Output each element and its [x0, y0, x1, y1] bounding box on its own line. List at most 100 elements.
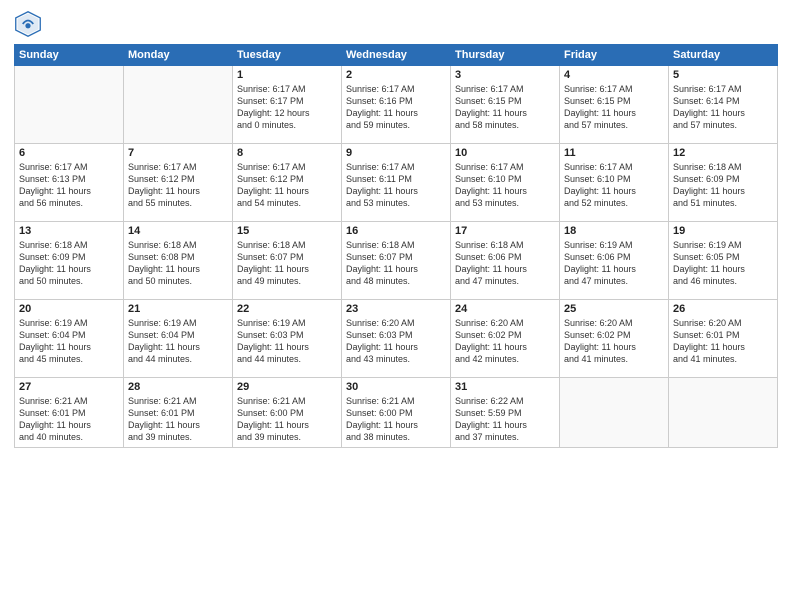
- cell-details: Sunrise: 6:17 AM Sunset: 6:15 PM Dayligh…: [564, 83, 664, 132]
- day-number: 5: [673, 69, 773, 81]
- day-number: 8: [237, 147, 337, 159]
- calendar-cell: 15 Sunrise: 6:18 AM Sunset: 6:07 PM Dayli…: [233, 222, 342, 300]
- cell-details: Sunrise: 6:17 AM Sunset: 6:14 PM Dayligh…: [673, 83, 773, 132]
- calendar-cell: 9 Sunrise: 6:17 AM Sunset: 6:11 PM Daylig…: [342, 144, 451, 222]
- calendar-cell: 24 Sunrise: 6:20 AM Sunset: 6:02 PM Dayli…: [451, 300, 560, 378]
- cell-details: Sunrise: 6:21 AM Sunset: 6:01 PM Dayligh…: [19, 395, 119, 444]
- cell-details: Sunrise: 6:18 AM Sunset: 6:07 PM Dayligh…: [346, 239, 446, 288]
- day-number: 17: [455, 225, 555, 237]
- cell-details: Sunrise: 6:19 AM Sunset: 6:04 PM Dayligh…: [128, 317, 228, 366]
- calendar-cell: 18Sunrise: 6:19 AM Sunset: 6:06 PM Dayli…: [560, 222, 669, 300]
- cell-details: Sunrise: 6:21 AM Sunset: 6:00 PM Dayligh…: [346, 395, 446, 444]
- column-header-wednesday: Wednesday: [342, 45, 451, 66]
- cell-details: Sunrise: 6:17 AM Sunset: 6:15 PM Dayligh…: [455, 83, 555, 132]
- column-header-friday: Friday: [560, 45, 669, 66]
- calendar-cell: 12 Sunrise: 6:18 AM Sunset: 6:09 PM Dayli…: [669, 144, 778, 222]
- cell-details: Sunrise: 6:20 AM Sunset: 6:03 PM Dayligh…: [346, 317, 446, 366]
- day-number: 25: [564, 303, 664, 315]
- calendar-cell: 27 Sunrise: 6:21 AM Sunset: 6:01 PM Dayli…: [15, 378, 124, 448]
- day-number: 9: [346, 147, 446, 159]
- calendar-cell: 16 Sunrise: 6:18 AM Sunset: 6:07 PM Dayli…: [342, 222, 451, 300]
- calendar-cell: [560, 378, 669, 448]
- cell-details: Sunrise: 6:17 AM Sunset: 6:17 PM Dayligh…: [237, 83, 337, 132]
- day-number: 14: [128, 225, 228, 237]
- day-number: 27: [19, 381, 119, 393]
- day-number: 16: [346, 225, 446, 237]
- calendar-cell: 3Sunrise: 6:17 AM Sunset: 6:15 PM Daylig…: [451, 66, 560, 144]
- column-header-thursday: Thursday: [451, 45, 560, 66]
- day-number: 4: [564, 69, 664, 81]
- calendar-cell: 21 Sunrise: 6:19 AM Sunset: 6:04 PM Dayli…: [124, 300, 233, 378]
- week-row-4: 20 Sunrise: 6:19 AM Sunset: 6:04 PM Dayli…: [15, 300, 778, 378]
- day-number: 20: [19, 303, 119, 315]
- day-number: 15: [237, 225, 337, 237]
- page: SundayMondayTuesdayWednesdayThursdayFrid…: [0, 0, 792, 612]
- cell-details: Sunrise: 6:20 AM Sunset: 6:02 PM Dayligh…: [455, 317, 555, 366]
- calendar-cell: 28Sunrise: 6:21 AM Sunset: 6:01 PM Dayli…: [124, 378, 233, 448]
- day-number: 10: [455, 147, 555, 159]
- calendar-cell: 17 Sunrise: 6:18 AM Sunset: 6:06 PM Dayli…: [451, 222, 560, 300]
- day-number: 7: [128, 147, 228, 159]
- cell-details: Sunrise: 6:18 AM Sunset: 6:06 PM Dayligh…: [455, 239, 555, 288]
- column-header-sunday: Sunday: [15, 45, 124, 66]
- cell-details: Sunrise: 6:17 AM Sunset: 6:10 PM Dayligh…: [455, 161, 555, 210]
- calendar-cell: 2Sunrise: 6:17 AM Sunset: 6:16 PM Daylig…: [342, 66, 451, 144]
- week-row-2: 6 Sunrise: 6:17 AM Sunset: 6:13 PM Daylig…: [15, 144, 778, 222]
- cell-details: Sunrise: 6:17 AM Sunset: 6:12 PM Dayligh…: [128, 161, 228, 210]
- cell-details: Sunrise: 6:18 AM Sunset: 6:08 PM Dayligh…: [128, 239, 228, 288]
- calendar-cell: [15, 66, 124, 144]
- calendar-cell: 10 Sunrise: 6:17 AM Sunset: 6:10 PM Dayli…: [451, 144, 560, 222]
- day-number: 23: [346, 303, 446, 315]
- calendar-cell: 23 Sunrise: 6:20 AM Sunset: 6:03 PM Dayli…: [342, 300, 451, 378]
- week-row-3: 13Sunrise: 6:18 AM Sunset: 6:09 PM Dayli…: [15, 222, 778, 300]
- calendar-cell: 13Sunrise: 6:18 AM Sunset: 6:09 PM Dayli…: [15, 222, 124, 300]
- calendar-cell: 29 Sunrise: 6:21 AM Sunset: 6:00 PM Dayli…: [233, 378, 342, 448]
- cell-details: Sunrise: 6:22 AM Sunset: 5:59 PM Dayligh…: [455, 395, 555, 444]
- day-number: 26: [673, 303, 773, 315]
- day-number: 12: [673, 147, 773, 159]
- calendar-cell: [124, 66, 233, 144]
- cell-details: Sunrise: 6:17 AM Sunset: 6:13 PM Dayligh…: [19, 161, 119, 210]
- calendar-cell: 14 Sunrise: 6:18 AM Sunset: 6:08 PM Dayli…: [124, 222, 233, 300]
- calendar-cell: 31 Sunrise: 6:22 AM Sunset: 5:59 PM Dayli…: [451, 378, 560, 448]
- logo-icon: [14, 10, 42, 38]
- cell-details: Sunrise: 6:20 AM Sunset: 6:01 PM Dayligh…: [673, 317, 773, 366]
- calendar-cell: 1 Sunrise: 6:17 AM Sunset: 6:17 PM Daylig…: [233, 66, 342, 144]
- calendar-cell: [669, 378, 778, 448]
- cell-details: Sunrise: 6:18 AM Sunset: 6:07 PM Dayligh…: [237, 239, 337, 288]
- cell-details: Sunrise: 6:17 AM Sunset: 6:11 PM Dayligh…: [346, 161, 446, 210]
- calendar-cell: 8Sunrise: 6:17 AM Sunset: 6:12 PM Daylig…: [233, 144, 342, 222]
- day-number: 18: [564, 225, 664, 237]
- cell-details: Sunrise: 6:19 AM Sunset: 6:04 PM Dayligh…: [19, 317, 119, 366]
- column-header-monday: Monday: [124, 45, 233, 66]
- logo: [14, 10, 46, 38]
- cell-details: Sunrise: 6:18 AM Sunset: 6:09 PM Dayligh…: [19, 239, 119, 288]
- day-number: 30: [346, 381, 446, 393]
- calendar-cell: 26 Sunrise: 6:20 AM Sunset: 6:01 PM Dayli…: [669, 300, 778, 378]
- cell-details: Sunrise: 6:18 AM Sunset: 6:09 PM Dayligh…: [673, 161, 773, 210]
- column-header-tuesday: Tuesday: [233, 45, 342, 66]
- cell-details: Sunrise: 6:21 AM Sunset: 6:00 PM Dayligh…: [237, 395, 337, 444]
- day-number: 6: [19, 147, 119, 159]
- calendar-cell: 7 Sunrise: 6:17 AM Sunset: 6:12 PM Daylig…: [124, 144, 233, 222]
- day-number: 1: [237, 69, 337, 81]
- day-number: 24: [455, 303, 555, 315]
- day-number: 29: [237, 381, 337, 393]
- calendar-table: SundayMondayTuesdayWednesdayThursdayFrid…: [14, 44, 778, 448]
- cell-details: Sunrise: 6:17 AM Sunset: 6:16 PM Dayligh…: [346, 83, 446, 132]
- day-number: 21: [128, 303, 228, 315]
- column-header-saturday: Saturday: [669, 45, 778, 66]
- calendar-cell: 6 Sunrise: 6:17 AM Sunset: 6:13 PM Daylig…: [15, 144, 124, 222]
- calendar-cell: 19Sunrise: 6:19 AM Sunset: 6:05 PM Dayli…: [669, 222, 778, 300]
- calendar-cell: 22Sunrise: 6:19 AM Sunset: 6:03 PM Dayli…: [233, 300, 342, 378]
- calendar-cell: 25Sunrise: 6:20 AM Sunset: 6:02 PM Dayli…: [560, 300, 669, 378]
- day-number: 31: [455, 381, 555, 393]
- day-number: 28: [128, 381, 228, 393]
- header-row: SundayMondayTuesdayWednesdayThursdayFrid…: [15, 45, 778, 66]
- cell-details: Sunrise: 6:19 AM Sunset: 6:03 PM Dayligh…: [237, 317, 337, 366]
- cell-details: Sunrise: 6:17 AM Sunset: 6:10 PM Dayligh…: [564, 161, 664, 210]
- week-row-5: 27 Sunrise: 6:21 AM Sunset: 6:01 PM Dayli…: [15, 378, 778, 448]
- week-row-1: 1 Sunrise: 6:17 AM Sunset: 6:17 PM Daylig…: [15, 66, 778, 144]
- calendar-cell: 20 Sunrise: 6:19 AM Sunset: 6:04 PM Dayli…: [15, 300, 124, 378]
- calendar-cell: 4 Sunrise: 6:17 AM Sunset: 6:15 PM Daylig…: [560, 66, 669, 144]
